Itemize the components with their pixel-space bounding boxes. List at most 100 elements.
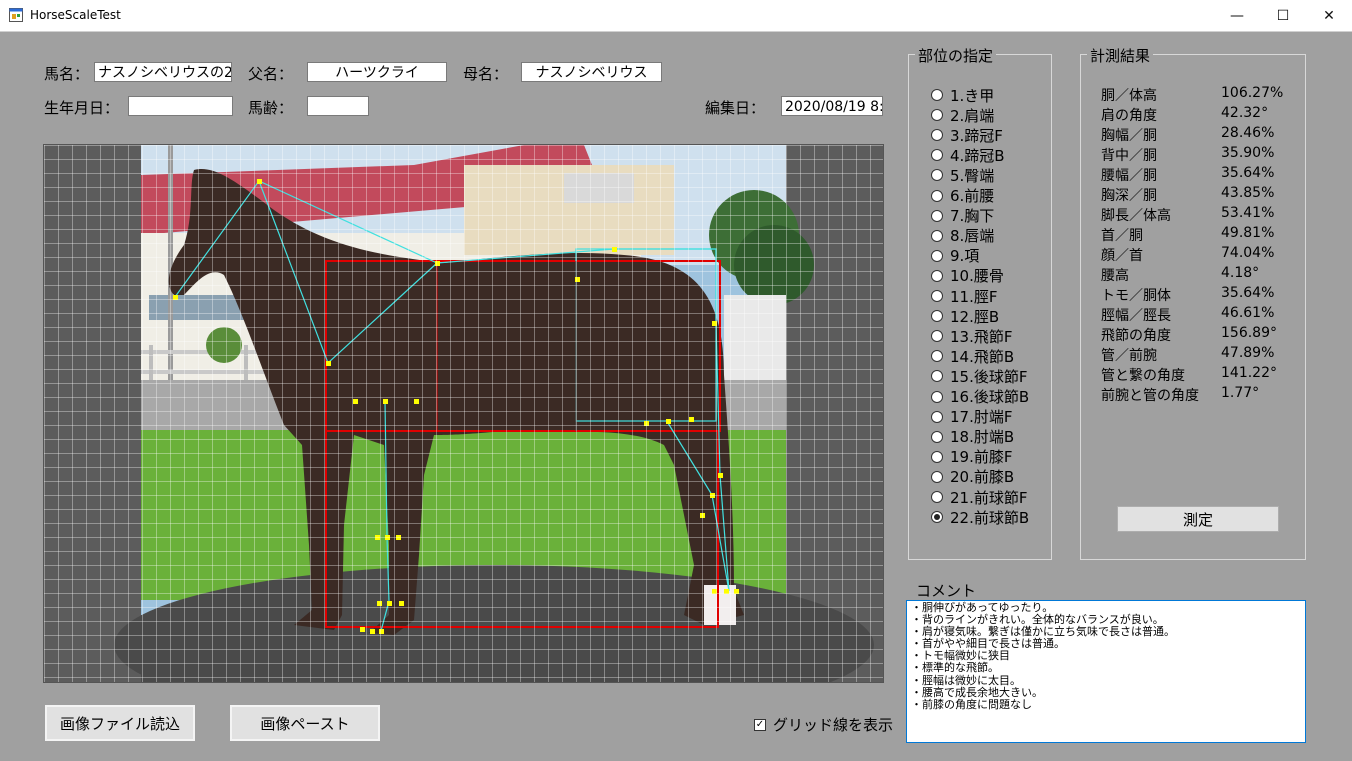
part-radio-label: 10.腰骨 <box>950 267 1004 286</box>
result-value: 35.64% <box>1221 285 1275 301</box>
paste-image-button[interactable]: 画像ペースト <box>230 705 380 741</box>
radio-circle-icon <box>931 169 943 182</box>
measure-button[interactable]: 測定 <box>1117 506 1279 532</box>
part-radio-7[interactable]: 7.胸下 <box>931 206 994 226</box>
part-radio-label: 21.前球節F <box>950 488 1028 507</box>
part-radio-6[interactable]: 6.前腰 <box>931 186 994 206</box>
horse-name-label: 馬名： <box>44 65 90 83</box>
part-radio-label: 5.臀端 <box>950 166 995 185</box>
result-label: 背中／胴 <box>1101 148 1157 164</box>
comment-line: ・前膝の角度に問題なし <box>911 697 1032 711</box>
result-value: 4.18° <box>1221 265 1260 281</box>
part-radio-17[interactable]: 17.肘端F <box>931 407 1012 427</box>
birthdate-field[interactable] <box>128 96 233 116</box>
part-radio-1[interactable]: 1.き甲 <box>931 85 994 105</box>
result-label: 前腕と管の角度 <box>1101 388 1199 404</box>
grid-overlay <box>44 145 883 682</box>
part-radio-label: 22.前球節B <box>950 508 1030 527</box>
result-label: 肩の角度 <box>1101 108 1157 124</box>
part-radio-4[interactable]: 4.蹄冠B <box>931 145 1005 165</box>
radio-circle-icon <box>931 390 943 403</box>
part-radio-label: 2.肩端 <box>950 106 995 125</box>
part-radio-label: 1.き甲 <box>950 86 995 105</box>
radio-circle-icon <box>931 229 943 242</box>
result-value: 141.22° <box>1221 365 1277 381</box>
part-radio-22[interactable]: 22.前球節B <box>931 507 1029 527</box>
result-value: 1.77° <box>1221 385 1260 401</box>
radio-circle-icon <box>931 491 943 503</box>
result-label: 胸幅／胴 <box>1101 128 1157 144</box>
part-radio-21[interactable]: 21.前球節F <box>931 487 1027 507</box>
results-group: 計測結果 胴／体高 106.27% 肩の角度 42.32° 胸幅／胴 28.46% 背中／胴… <box>1080 45 1306 560</box>
part-radio-14[interactable]: 14.飛節B <box>931 346 1014 366</box>
radio-circle-icon <box>931 189 943 202</box>
part-radio-label: 11.脛F <box>950 287 998 306</box>
radio-circle-icon <box>931 249 943 262</box>
radio-circle-icon <box>931 109 943 122</box>
window-title: HorseScaleTest <box>30 8 121 22</box>
part-radio-20[interactable]: 20.前膝B <box>931 467 1014 487</box>
result-label: 胸深／胴 <box>1101 188 1157 204</box>
grid-checkbox[interactable]: ✓ グリッド線を表示 <box>754 714 893 735</box>
part-radio-2[interactable]: 2.肩端 <box>931 105 994 125</box>
comment-line: ・腰高で成長余地大きい。 <box>911 685 1043 699</box>
part-radio-10[interactable]: 10.腰骨 <box>931 266 1004 286</box>
part-radio-8[interactable]: 8.唇端 <box>931 226 994 246</box>
title-bar: HorseScaleTest — ☐ ✕ <box>0 0 1352 32</box>
result-label: 首／胴 <box>1101 228 1143 244</box>
radio-circle-icon <box>931 129 943 142</box>
part-radio-label: 19.前膝F <box>950 448 1013 467</box>
maximize-button[interactable]: ☐ <box>1260 0 1306 31</box>
dam-label: 母名： <box>463 65 509 83</box>
part-radio-15[interactable]: 15.後球節F <box>931 366 1027 386</box>
birthdate-label: 生年月日： <box>44 99 120 117</box>
result-value: 49.81% <box>1221 225 1275 241</box>
part-radio-label: 20.前膝B <box>950 468 1015 487</box>
dam-field[interactable]: ナスノシベリウス <box>521 62 662 82</box>
radio-circle-icon <box>931 430 943 443</box>
result-label: 顔／首 <box>1101 248 1143 264</box>
radio-circle-icon <box>931 269 943 282</box>
horse-name-field[interactable]: ナスノシベリウスの2019 <box>94 62 232 82</box>
result-value: 74.04% <box>1221 245 1275 261</box>
result-value: 53.41% <box>1221 205 1275 221</box>
part-radio-label: 17.肘端F <box>950 408 1013 427</box>
part-radio-16[interactable]: 16.後球節B <box>931 387 1029 407</box>
part-radio-label: 4.蹄冠B <box>950 146 1005 165</box>
result-value: 46.61% <box>1221 305 1275 321</box>
comment-textarea[interactable]: ・胴伸びがあってゆったり。 ・背のラインがきれい。全体的なバランスが良い。 ・肩が寝… <box>906 600 1306 743</box>
image-canvas[interactable] <box>43 144 884 683</box>
part-radio-9[interactable]: 9.項 <box>931 246 979 266</box>
part-radio-label: 8.唇端 <box>950 227 995 246</box>
radio-circle-icon <box>931 149 943 162</box>
radio-circle-icon <box>931 470 943 483</box>
parts-group: 部位の指定 1.き甲 2.肩端 3.蹄冠F 4.蹄冠B 5.臀端 6.前腰 7.胸下 8.唇端… <box>908 45 1052 560</box>
edit-date-field[interactable]: 2020/08/19 8: <box>781 96 883 116</box>
results-group-title: 計測結果 <box>1087 45 1154 66</box>
load-image-button[interactable]: 画像ファイル読込 <box>45 705 195 741</box>
part-radio-label: 7.胸下 <box>950 207 995 226</box>
age-field[interactable] <box>307 96 369 116</box>
result-label: 脛幅／脛長 <box>1101 308 1171 324</box>
part-radio-19[interactable]: 19.前膝F <box>931 447 1012 467</box>
sire-field[interactable]: ハーツクライ <box>307 62 447 82</box>
part-radio-label: 12.脛B <box>950 307 1000 326</box>
parts-group-title: 部位の指定 <box>915 45 997 66</box>
result-value: 156.89° <box>1221 325 1277 341</box>
part-radio-18[interactable]: 18.肘端B <box>931 427 1014 447</box>
radio-circle-icon <box>931 370 943 383</box>
radio-circle-icon <box>931 450 943 463</box>
part-radio-3[interactable]: 3.蹄冠F <box>931 125 1003 145</box>
close-button[interactable]: ✕ <box>1306 0 1352 31</box>
part-radio-13[interactable]: 13.飛節F <box>931 326 1012 346</box>
radio-circle-icon <box>931 209 943 222</box>
part-radio-11[interactable]: 11.脛F <box>931 286 997 306</box>
part-radio-5[interactable]: 5.臀端 <box>931 165 994 185</box>
minimize-button[interactable]: — <box>1214 0 1260 31</box>
result-value: 28.46% <box>1221 125 1275 141</box>
result-value: 106.27% <box>1221 85 1284 101</box>
radio-circle-icon <box>931 89 943 101</box>
part-radio-12[interactable]: 12.脛B <box>931 306 999 326</box>
comment-line: ・標準的な飛節。 <box>911 661 999 675</box>
result-label: 管と繋の角度 <box>1101 368 1185 384</box>
